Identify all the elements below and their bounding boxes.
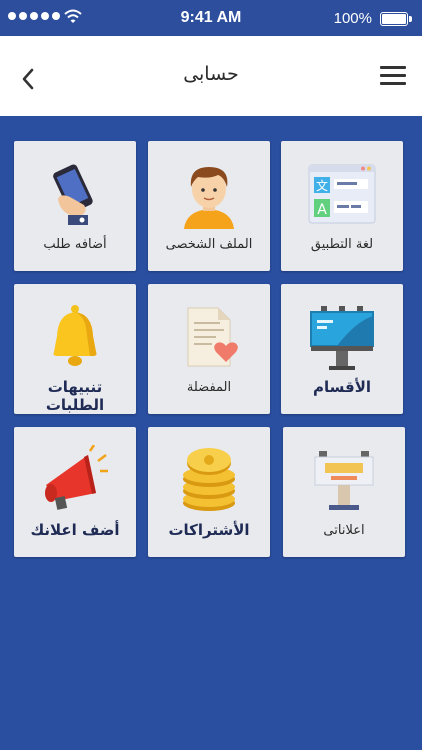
- categories-billboard-icon: [310, 306, 374, 370]
- tile-label: الأشتراكات: [168, 521, 250, 539]
- tile-add-request[interactable]: أضافه طلب: [14, 141, 136, 271]
- tile-app-language[interactable]: 文 A لغة التطبيق: [281, 141, 403, 271]
- tile-label: لغة التطبيق: [310, 237, 374, 252]
- tile-profile[interactable]: الملف الشخصى: [148, 141, 270, 271]
- tile-favorites[interactable]: المفضلة: [148, 284, 270, 414]
- tile-label: المفضلة: [186, 380, 232, 395]
- tile-categories[interactable]: الأقسام: [281, 284, 403, 414]
- hamburger-menu-icon[interactable]: [380, 66, 406, 88]
- tile-my-ads[interactable]: اعلاناتى: [283, 427, 405, 557]
- page-title: حسابى: [183, 63, 239, 85]
- add-request-phone-icon: [53, 164, 93, 225]
- svg-text:文: 文: [316, 178, 328, 193]
- tile-subscriptions[interactable]: الأشتراكات: [148, 427, 270, 557]
- tile-label: الأقسام: [312, 378, 372, 396]
- tile-add-ad[interactable]: أضف اعلانك: [14, 427, 136, 557]
- tile-request-alerts[interactable]: تنبيهات الطلبات: [14, 284, 136, 414]
- favorites-document-icon: [187, 307, 238, 367]
- app-language-icon: 文 A: [308, 164, 376, 224]
- battery-icon: [380, 12, 408, 26]
- tile-label: أضف اعلانك: [30, 521, 120, 539]
- profile-avatar-icon: [184, 167, 234, 229]
- tile-label: تنبيهات الطلبات: [45, 378, 105, 414]
- my-ads-billboard-icon: [314, 451, 374, 510]
- battery-tip: [409, 16, 412, 22]
- battery-percentage: 100%: [333, 10, 372, 27]
- svg-text:A: A: [317, 202, 327, 218]
- add-ad-megaphone-icon: [45, 445, 108, 510]
- tile-label: أضافه طلب: [43, 237, 107, 252]
- tile-label: اعلاناتى: [323, 523, 365, 538]
- subscriptions-coins-icon: [183, 448, 235, 511]
- header-bar: حسابى: [0, 36, 422, 116]
- status-bar: 9:41 AM 100%: [0, 0, 422, 36]
- tile-label: الملف الشخصى: [165, 237, 253, 252]
- request-alerts-bell-icon: [53, 305, 97, 366]
